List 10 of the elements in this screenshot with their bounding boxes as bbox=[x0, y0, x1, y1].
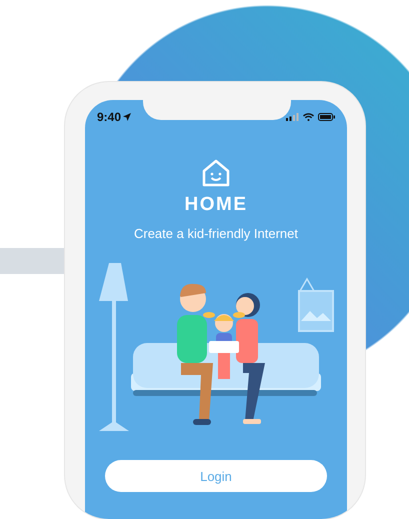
wifi-icon bbox=[303, 112, 314, 120]
tagline: Create a kid-friendly Internet bbox=[134, 226, 298, 241]
battery-icon bbox=[318, 112, 335, 120]
signal-icon bbox=[286, 112, 299, 120]
house-logo-icon bbox=[201, 158, 231, 188]
status-time: 9:40 bbox=[97, 110, 122, 124]
login-button[interactable]: Login bbox=[105, 460, 327, 492]
location-arrow-icon bbox=[123, 112, 132, 120]
app-title: HOME bbox=[184, 194, 248, 216]
wall-picture-icon bbox=[298, 278, 334, 332]
